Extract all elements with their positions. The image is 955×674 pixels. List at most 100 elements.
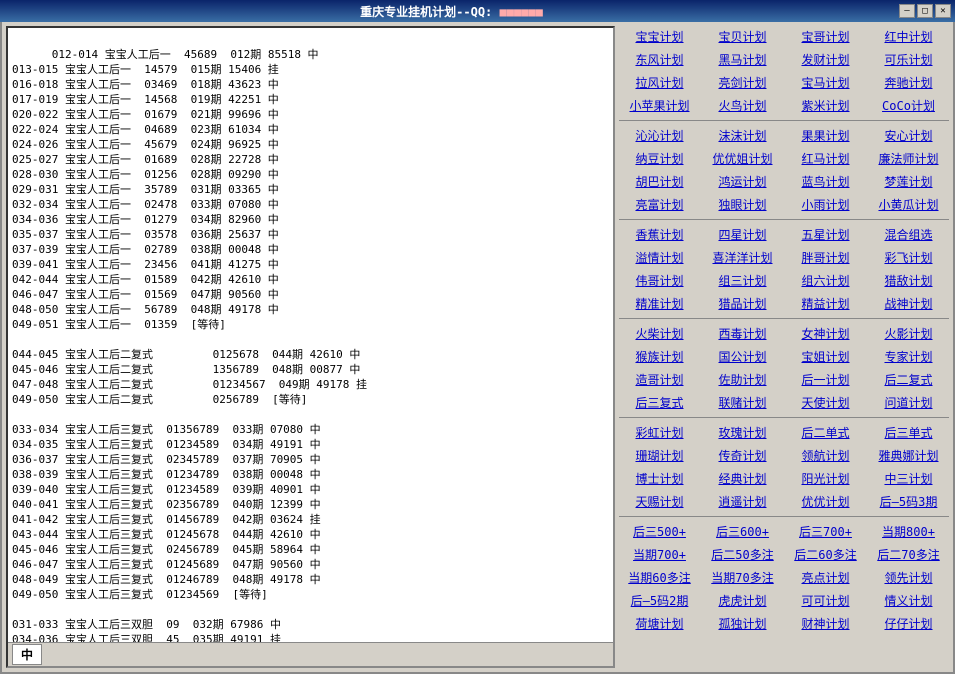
plan-link[interactable]: 溢情计划 [619,247,700,268]
plan-link[interactable]: 宝宝计划 [619,26,700,47]
plan-link[interactable]: 组六计划 [785,270,866,291]
plan-link[interactable]: 小雨计划 [785,194,866,215]
plan-link[interactable]: 造哥计划 [619,369,700,390]
plan-link[interactable]: 鸿运计划 [702,171,783,192]
plan-link[interactable]: 后三500+ [619,521,700,542]
plan-link[interactable]: 四星计划 [702,224,783,245]
plan-link[interactable]: 香蕉计划 [619,224,700,245]
plan-link[interactable]: 五星计划 [785,224,866,245]
plan-link[interactable]: 蓝鸟计划 [785,171,866,192]
plan-link[interactable]: 组三计划 [702,270,783,291]
plan-link[interactable]: 经典计划 [702,468,783,489]
plan-link[interactable]: 当期700+ [619,544,700,565]
plan-link[interactable]: 财神计划 [785,613,866,634]
plan-link[interactable]: 精准计划 [619,293,700,314]
plan-link[interactable]: 喜洋洋计划 [702,247,783,268]
plan-link[interactable]: 后—5码3期 [868,491,949,512]
plan-link[interactable]: 后三600+ [702,521,783,542]
plan-link[interactable]: 博士计划 [619,468,700,489]
plan-link[interactable]: 仔仔计划 [868,613,949,634]
plan-link[interactable]: 天使计划 [785,392,866,413]
plan-link[interactable]: 宝马计划 [785,72,866,93]
plan-link[interactable]: 胡巴计划 [619,171,700,192]
plan-link[interactable]: 猴族计划 [619,346,700,367]
plan-link[interactable]: 胖哥计划 [785,247,866,268]
plan-link[interactable]: 西毒计划 [702,323,783,344]
plan-link[interactable]: 后三复式 [619,392,700,413]
plan-link[interactable]: 沁沁计划 [619,125,700,146]
plan-link[interactable]: 领航计划 [785,445,866,466]
plan-link[interactable]: 亮剑计划 [702,72,783,93]
plan-link[interactable]: 火影计划 [868,323,949,344]
plan-link[interactable]: 当期60多注 [619,567,700,588]
left-content-scroll[interactable]: 012-014 宝宝人工后一 45689 012期 85518 中 013-01… [8,28,613,666]
plan-link[interactable]: 佐助计划 [702,369,783,390]
plan-link[interactable]: 战神计划 [868,293,949,314]
plan-link[interactable]: 天赐计划 [619,491,700,512]
plan-link[interactable]: 逍遥计划 [702,491,783,512]
plan-link[interactable]: 中三计划 [868,468,949,489]
plan-link[interactable]: 雅典娜计划 [868,445,949,466]
minimize-button[interactable]: — [899,4,915,18]
plan-link[interactable]: 东风计划 [619,49,700,70]
close-button[interactable]: ✕ [935,4,951,18]
plan-link[interactable]: 伟哥计划 [619,270,700,291]
plan-link[interactable]: 国公计划 [702,346,783,367]
plan-link[interactable]: 猎敌计划 [868,270,949,291]
plan-link[interactable]: 小苹果计划 [619,95,700,116]
plan-link[interactable]: 后一计划 [785,369,866,390]
plan-link[interactable]: 优优计划 [785,491,866,512]
plan-link[interactable]: 亮富计划 [619,194,700,215]
plan-link[interactable]: 问道计划 [868,392,949,413]
plan-link[interactable]: 虎虎计划 [702,590,783,611]
plan-link[interactable]: 拉风计划 [619,72,700,93]
plan-link[interactable]: 孤独计划 [702,613,783,634]
plan-link[interactable]: 彩飞计划 [868,247,949,268]
plan-link[interactable]: 当期70多注 [702,567,783,588]
restore-button[interactable]: □ [917,4,933,18]
plan-link[interactable]: 后二70多注 [868,544,949,565]
plan-link[interactable]: CoCo计划 [868,95,949,116]
plan-link[interactable]: 奔驰计划 [868,72,949,93]
plan-link[interactable]: 火鸟计划 [702,95,783,116]
plan-link[interactable]: 后二60多注 [785,544,866,565]
plan-link[interactable]: 果果计划 [785,125,866,146]
plan-link[interactable]: 后三700+ [785,521,866,542]
plan-link[interactable]: 优优姐计划 [702,148,783,169]
plan-link[interactable]: 后三单式 [868,422,949,443]
plan-link[interactable]: 红马计划 [785,148,866,169]
plan-link[interactable]: 后二复式 [868,369,949,390]
plan-link[interactable]: 红中计划 [868,26,949,47]
plan-link[interactable]: 混合组选 [868,224,949,245]
plan-link[interactable]: 可可计划 [785,590,866,611]
plan-link[interactable]: 独眼计划 [702,194,783,215]
plan-link[interactable]: 情义计划 [868,590,949,611]
plan-link[interactable]: 亮点计划 [785,567,866,588]
plan-link[interactable]: 传奇计划 [702,445,783,466]
plan-link[interactable]: 纳豆计划 [619,148,700,169]
plan-link[interactable]: 宝哥计划 [785,26,866,47]
plan-link[interactable]: 猎品计划 [702,293,783,314]
plan-link[interactable]: 专家计划 [868,346,949,367]
plan-link[interactable]: 彩虹计划 [619,422,700,443]
plan-link[interactable]: 当期800+ [868,521,949,542]
plan-link[interactable]: 后—5码2期 [619,590,700,611]
plan-link[interactable]: 发财计划 [785,49,866,70]
plan-link[interactable]: 珊瑚计划 [619,445,700,466]
plan-link[interactable]: 小黄瓜计划 [868,194,949,215]
plan-link[interactable]: 后二50多注 [702,544,783,565]
plan-link[interactable]: 火柴计划 [619,323,700,344]
plan-link[interactable]: 阳光计划 [785,468,866,489]
plan-link[interactable]: 可乐计划 [868,49,949,70]
plan-link[interactable]: 梦莲计划 [868,171,949,192]
plan-link[interactable]: 精益计划 [785,293,866,314]
plan-link[interactable]: 联赌计划 [702,392,783,413]
plan-link[interactable]: 领先计划 [868,567,949,588]
plan-link[interactable]: 宝姐计划 [785,346,866,367]
plan-link[interactable]: 宝贝计划 [702,26,783,47]
plan-link[interactable]: 廉法师计划 [868,148,949,169]
plan-link[interactable]: 玫瑰计划 [702,422,783,443]
plan-link[interactable]: 安心计划 [868,125,949,146]
plan-link[interactable]: 紫米计划 [785,95,866,116]
plan-link[interactable]: 后二单式 [785,422,866,443]
